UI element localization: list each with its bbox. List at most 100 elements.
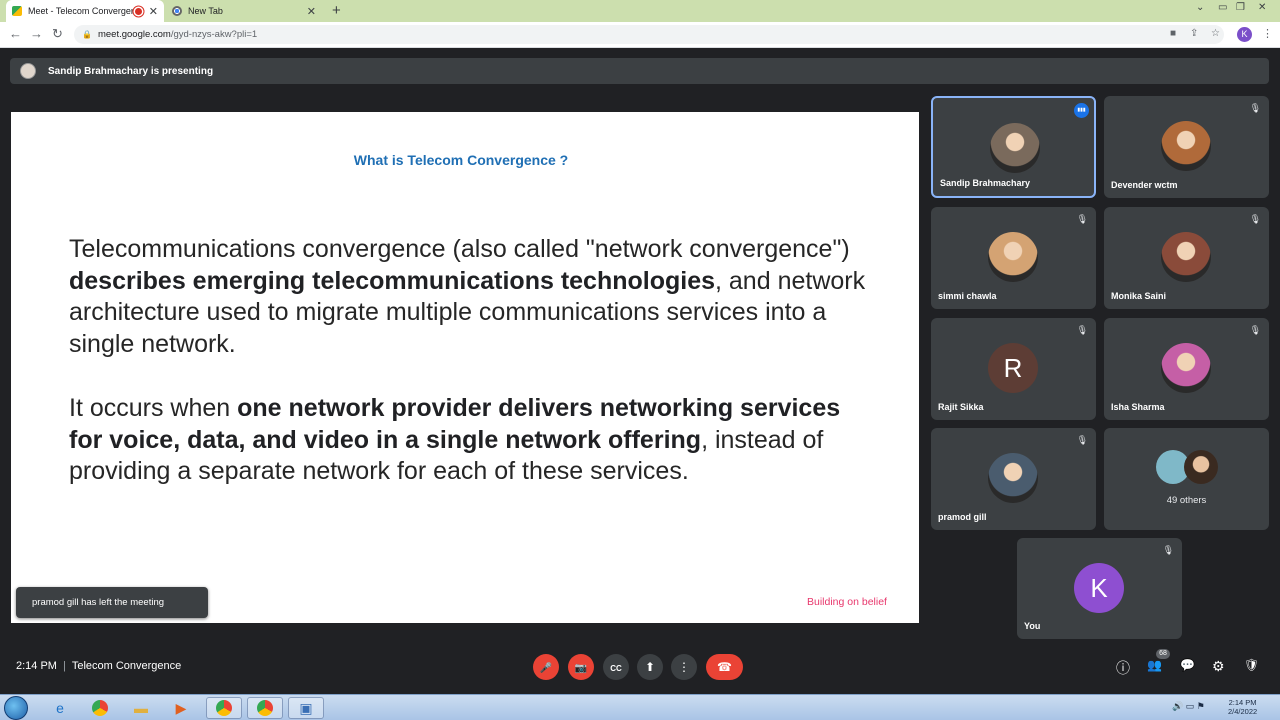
- meeting-info-text: 2:14 PM | Telecom Convergence: [16, 660, 182, 672]
- tab-meet[interactable]: Meet - Telecom Convergence ✕: [6, 0, 164, 22]
- self-tile[interactable]: K 🎙 You: [1017, 538, 1182, 639]
- slide-paragraph-2: It occurs when one network provider deli…: [69, 394, 841, 485]
- presenting-banner: Sandip Brahmachary is presenting: [10, 58, 1269, 84]
- camera-off-button[interactable]: 📷: [568, 654, 594, 680]
- tab-search-icon[interactable]: ⌄: [1196, 2, 1204, 13]
- recording-icon: [134, 7, 142, 15]
- participant-initial-avatar: R: [988, 343, 1038, 393]
- slide-paragraph-1: Telecommunications convergence (also cal…: [69, 235, 866, 358]
- camera-in-use-icon[interactable]: ■: [1170, 28, 1176, 39]
- restore-icon[interactable]: ❐: [1236, 2, 1245, 13]
- chrome-icon: [172, 6, 182, 16]
- muted-mic-icon: 🎙: [1076, 435, 1088, 445]
- reload-icon[interactable]: ↻: [52, 26, 63, 42]
- close-tab-icon[interactable]: ✕: [307, 5, 316, 18]
- url-text: meet.google.com/gyd-nzys-akw?pli=1: [97, 29, 258, 40]
- lock-icon: 🔒: [82, 30, 92, 39]
- people-count-badge: 68: [1156, 649, 1170, 659]
- participant-tile[interactable]: ▮▮▮ Sandip Brahmachary: [931, 96, 1096, 198]
- participant-tile[interactable]: 🎙 Devender wctm: [1104, 96, 1269, 198]
- chrome-taskbar-icon[interactable]: [82, 697, 118, 719]
- people-icon[interactable]: 👥: [1147, 658, 1162, 672]
- participant-name: Sandip Brahmachary: [940, 178, 1031, 188]
- participant-tile[interactable]: 🎙 simmi chawla: [931, 207, 1096, 309]
- participant-tile[interactable]: 🎙 Monika Saini: [1104, 207, 1269, 309]
- windows-taskbar: e ▬ ▶ ▣ 🔊 ▭ ⚑ 2:14 PM 2/4/2022: [0, 694, 1280, 720]
- more-icon: ⋮: [678, 660, 690, 674]
- meeting-time: 2:14 PM: [16, 660, 57, 672]
- muted-mic-icon: 🎙: [1249, 214, 1261, 224]
- chrome-window-2-icon[interactable]: [247, 697, 283, 719]
- self-initial-avatar: K: [1074, 563, 1124, 613]
- leave-call-button[interactable]: ☎: [706, 654, 743, 680]
- muted-mic-icon: 🎙: [1249, 103, 1261, 113]
- taskbar-clock[interactable]: 2:14 PM 2/4/2022: [1228, 698, 1257, 716]
- share-icon[interactable]: ⇪: [1190, 28, 1198, 39]
- slide-title: What is Telecom Convergence ?: [353, 152, 569, 168]
- participant-tile[interactable]: 🎙 pramod gill: [931, 428, 1096, 530]
- close-tab-icon[interactable]: ✕: [149, 5, 158, 18]
- camera-off-icon: 📷: [574, 663, 588, 674]
- presenting-text: Sandip Brahmachary is presenting: [48, 65, 214, 77]
- participant-photo: [1161, 121, 1211, 171]
- participant-photo: [990, 123, 1040, 173]
- browser-menu-icon[interactable]: ⋮: [1262, 27, 1273, 40]
- host-controls-icon[interactable]: 🛡: [1244, 658, 1259, 672]
- omnibox[interactable]: 🔒 meet.google.com/gyd-nzys-akw?pli=1: [74, 25, 1224, 44]
- tab-title: Meet - Telecom Convergence: [28, 6, 135, 16]
- back-icon[interactable]: ←: [9, 26, 22, 41]
- presentation-slide: What is Telecom Convergence ? Telecommun…: [11, 112, 919, 623]
- others-count-label: 49 others: [1166, 495, 1207, 506]
- start-button[interactable]: [4, 696, 28, 720]
- muted-mic-icon: 🎙: [1162, 545, 1174, 555]
- system-tray-icons[interactable]: 🔊 ▭ ⚑: [1172, 701, 1205, 712]
- muted-mic-icon: 🎙: [1076, 214, 1088, 224]
- minimize-icon[interactable]: ▭: [1218, 2, 1227, 13]
- browser-tab-bar: Meet - Telecom Convergence ✕ New Tab ✕ +…: [0, 0, 1280, 22]
- address-bar-row: ← → ↻ 🔒 meet.google.com/gyd-nzys-akw?pli…: [0, 22, 1280, 48]
- participant-photo: [988, 453, 1038, 503]
- activities-icon[interactable]: ⚙: [1212, 658, 1225, 675]
- other-participant-avatar: [1184, 450, 1218, 484]
- profile-avatar[interactable]: K: [1237, 27, 1252, 42]
- internet-explorer-icon[interactable]: e: [42, 697, 78, 719]
- present-now-button[interactable]: ⬆: [637, 654, 663, 680]
- chrome-window-1-icon[interactable]: [206, 697, 242, 719]
- participant-name: Monika Saini: [1111, 291, 1167, 301]
- presenter-avatar: [20, 63, 36, 79]
- mic-off-icon: 🎤: [539, 663, 553, 674]
- participant-name: Isha Sharma: [1111, 402, 1165, 412]
- forward-icon[interactable]: →: [30, 26, 43, 41]
- participant-photo: [1161, 232, 1211, 282]
- new-tab-button[interactable]: +: [332, 2, 341, 19]
- media-player-icon[interactable]: ▶: [163, 697, 199, 719]
- present-icon: ⬆: [644, 660, 656, 674]
- participant-tile[interactable]: 🎙 Isha Sharma: [1104, 318, 1269, 420]
- speaking-indicator-icon: ▮▮▮: [1074, 103, 1089, 118]
- self-name: You: [1024, 621, 1041, 631]
- close-window-icon[interactable]: ✕: [1258, 2, 1266, 13]
- bookmark-star-icon[interactable]: ☆: [1211, 28, 1220, 39]
- participant-photo: [988, 232, 1038, 282]
- participant-name: Devender wctm: [1111, 180, 1178, 190]
- slide-brand-tagline: Building on belief: [807, 596, 887, 608]
- participant-name: pramod gill: [938, 512, 987, 522]
- others-tile[interactable]: 49 others: [1104, 428, 1269, 530]
- captions-button[interactable]: CC: [603, 654, 629, 680]
- captions-icon: CC: [610, 664, 622, 673]
- tab-title: New Tab: [188, 6, 223, 16]
- mic-off-button[interactable]: 🎤: [533, 654, 559, 680]
- participant-tile[interactable]: R 🎙 Rajit Sikka: [931, 318, 1096, 420]
- paint-icon[interactable]: ▣: [288, 697, 324, 719]
- participant-name: Rajit Sikka: [938, 402, 984, 412]
- tab-new-tab[interactable]: New Tab ✕: [166, 0, 322, 22]
- file-explorer-icon[interactable]: ▬: [123, 697, 159, 719]
- end-call-icon: ☎: [717, 660, 732, 674]
- participant-photo: [1161, 343, 1211, 393]
- notification-toast: pramod gill has left the meeting: [16, 587, 208, 618]
- meeting-title: Telecom Convergence: [71, 660, 182, 672]
- chat-icon[interactable]: 💬: [1180, 658, 1195, 672]
- more-options-button[interactable]: ⋮: [671, 654, 697, 680]
- meeting-details-icon[interactable]: ⓘ: [1116, 658, 1130, 678]
- muted-mic-icon: 🎙: [1076, 325, 1088, 335]
